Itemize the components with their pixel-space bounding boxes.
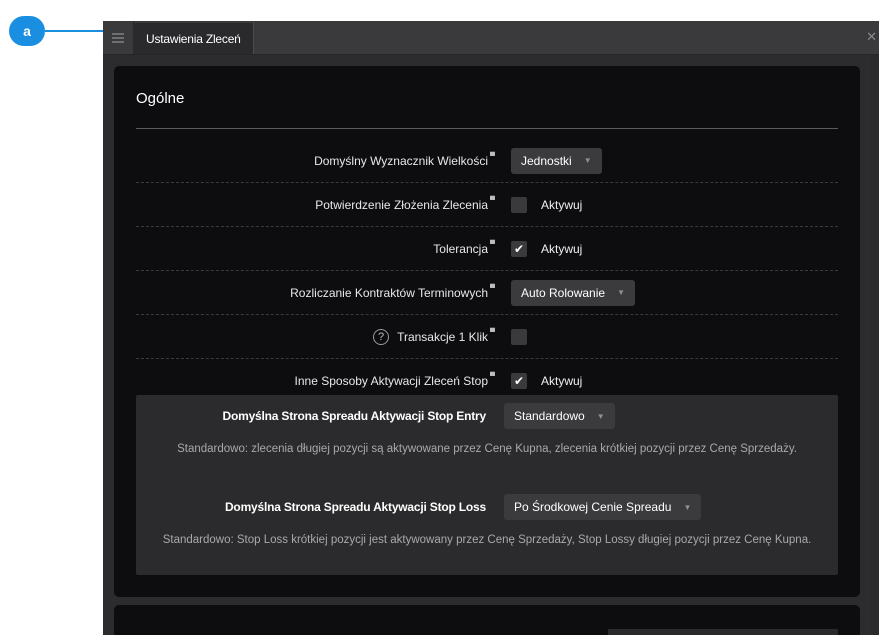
scrollbar[interactable] [871,55,879,635]
select-value: Jednostki [521,153,572,168]
marker-icon: ▀ [490,153,495,160]
select-value: Auto Rolowanie [521,285,606,300]
setting-row-futures-settlement: Rozliczanie Kontraktów Terminowych ▀ Aut… [136,271,838,315]
annotation-pointer [45,30,105,32]
marker-icon: ▀ [490,285,495,292]
select-value: Standardowo [514,409,585,423]
next-panel [114,605,860,635]
setting-row-size-unit: Domyślny Wyznacznik Wielkości ▀ Jednostk… [136,139,838,183]
general-panel: Ogólne Domyślny Wyznacznik Wielkości ▀ J… [114,66,860,597]
chevron-down-icon: ▼ [617,288,625,297]
setting-label: Rozliczanie Kontraktów Terminowych [290,285,488,300]
setting-label-wrap: ? Transakcje 1 Klik [373,315,488,358]
stop-entry-row: Domyślna Strona Spreadu Aktywacji Stop E… [136,399,838,433]
question-circle-icon[interactable]: ? [373,328,390,345]
tolerance-checkbox[interactable]: ✔ [511,240,527,257]
stop-entry-select[interactable]: Standardowo ▼ [504,403,615,429]
chevron-down-icon: ▼ [583,156,592,165]
section-divider [136,128,838,129]
tab-label: Ustawienia Zleceń [146,31,241,46]
setting-row-tolerance: Tolerancja ▀ ✔ Aktywuj [136,227,838,271]
marker-icon: ▀ [490,241,495,248]
tab-bar: Ustawienia Zleceń ✕ [103,21,879,55]
checkbox-label[interactable]: Aktywuj [541,242,582,256]
order-confirmation-checkbox[interactable] [511,196,527,213]
checkmark-icon: ✔ [513,373,525,388]
marker-icon: ▀ [490,197,495,204]
select-value: Po Środkowej Cenie Spreadu [514,500,672,514]
stop-loss-row: Domyślna Strona Spreadu Aktywacji Stop L… [136,490,838,524]
setting-row-order-confirmation: Potwierdzenie Złożenia Zlecenia ▀ Aktywu… [136,183,838,227]
setting-label: Tolerancja [433,241,488,256]
stop-activation-checkbox[interactable]: ✔ [511,372,527,389]
annotation-marker: a [9,16,45,46]
order-settings-window: Ustawienia Zleceń ✕ Ogólne Domyślny Wyzn… [103,21,879,635]
tab-order-settings[interactable]: Ustawienia Zleceń [134,21,254,54]
stop-entry-description: Standardowo: zlecenia długiej pozycji są… [177,443,797,455]
setting-row-one-click: ? Transakcje 1 Klik ▀ [136,315,838,359]
setting-label: Transakcje 1 Klik [397,329,488,344]
stop-entry-label: Domyślna Strona Spreadu Aktywacji Stop E… [222,409,487,423]
close-icon[interactable]: ✕ [866,29,877,45]
checkbox-label[interactable]: Aktywuj [541,198,582,212]
chevron-down-icon: ▼ [596,411,605,421]
marker-icon: ▀ [490,373,495,380]
annotation-label: a [23,23,31,39]
one-click-checkbox[interactable] [511,328,527,345]
futures-settlement-select[interactable]: Auto Rolowanie ▼ [511,279,635,306]
marker-icon: ▀ [490,329,495,336]
checkbox-label[interactable]: Aktywuj [541,374,582,388]
chevron-down-icon: ▼ [683,502,692,512]
setting-label: Domyślny Wyznacznik Wielkości [314,153,488,168]
next-panel-header [608,629,838,635]
stop-loss-label: Domyślna Strona Spreadu Aktywacji Stop L… [224,500,486,514]
checkmark-icon: ✔ [513,241,525,256]
section-title: Ogólne [136,90,185,107]
setting-label: Potwierdzenie Złożenia Zlecenia [315,197,488,212]
size-unit-select[interactable]: Jednostki ▼ [511,147,602,174]
stop-loss-description: Standardowo: Stop Loss krótkiej pozycji … [162,534,812,546]
stop-activation-subpanel: Domyślna Strona Spreadu Aktywacji Stop E… [136,395,838,575]
stop-loss-select[interactable]: Po Środkowej Cenie Spreadu ▼ [504,494,702,520]
hamburger-icon[interactable] [103,21,134,54]
